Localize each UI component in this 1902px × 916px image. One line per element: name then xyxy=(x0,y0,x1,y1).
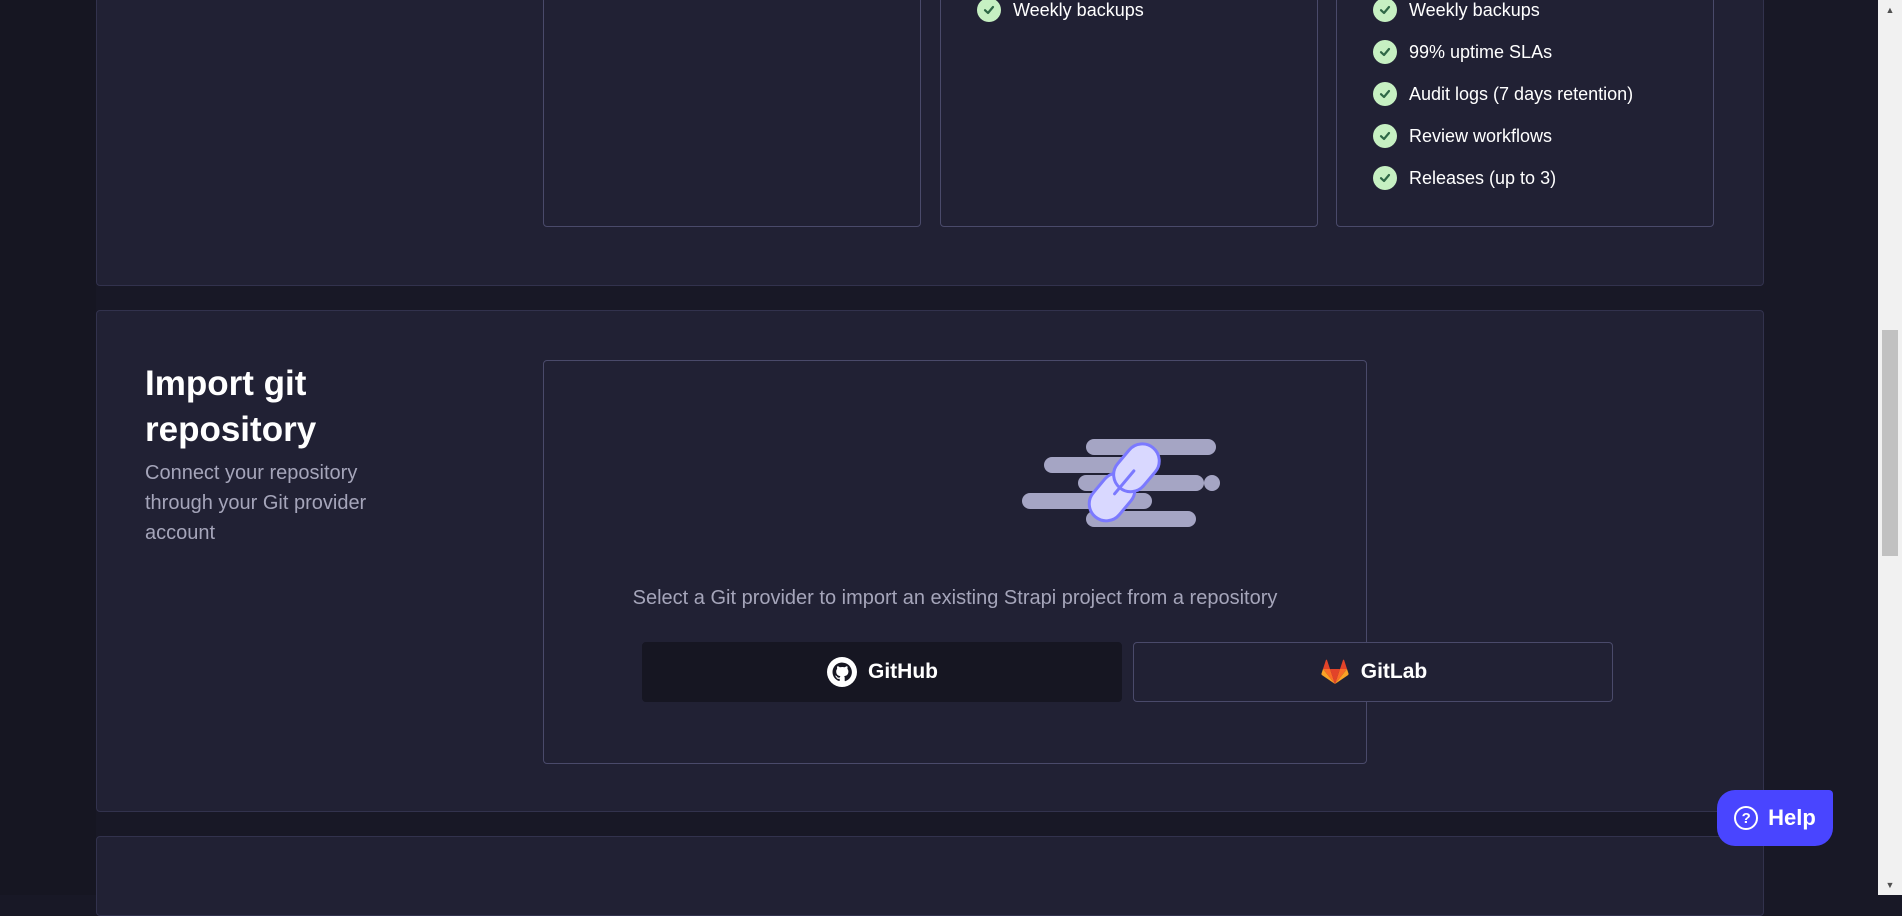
plan-card-free[interactable] xyxy=(543,0,921,227)
check-circle-icon xyxy=(1373,124,1397,148)
feature-item: Review workflows xyxy=(1373,124,1552,148)
question-circle-icon: ? xyxy=(1734,806,1759,830)
feature-item: Weekly backups xyxy=(1373,0,1540,22)
check-circle-icon xyxy=(1373,0,1397,22)
feature-label: Releases (up to 3) xyxy=(1409,167,1557,188)
github-icon xyxy=(827,657,857,687)
page-scrollbar[interactable]: ▲ ▼ xyxy=(1878,0,1902,895)
import-hint-text: Select a Git provider to import an exist… xyxy=(632,587,1278,609)
section-title: Import git repository xyxy=(145,364,317,449)
check-circle-icon xyxy=(1373,82,1397,106)
feature-label: Review workflows xyxy=(1409,125,1553,146)
help-button[interactable]: ? Help xyxy=(1717,790,1833,846)
scrollbar-thumb[interactable] xyxy=(1882,330,1898,556)
gitlab-icon xyxy=(1321,659,1349,684)
chain-link-illustration-icon xyxy=(1022,439,1220,527)
git-provider-card: Select a Git provider to import an exist… xyxy=(543,360,1613,764)
gitlab-label: GitLab xyxy=(1360,660,1428,683)
feature-item: Audit logs (7 days retention) xyxy=(1373,82,1633,106)
import-git-section: Import git repository Connect your repos… xyxy=(96,310,1764,812)
gitlab-button[interactable]: GitLab xyxy=(1133,642,1613,702)
section-description: Connect your repository through your Git… xyxy=(145,462,367,544)
feature-item: Weekly backups xyxy=(977,0,1144,22)
plan-card-pro[interactable]: Weekly backups xyxy=(940,0,1318,227)
feature-item: Releases (up to 3) xyxy=(1373,166,1556,190)
feature-label: Weekly backups xyxy=(1013,0,1144,20)
feature-item: 99% uptime SLAs xyxy=(1373,40,1552,64)
scroll-up-icon[interactable]: ▲ xyxy=(1878,0,1902,20)
github-label: GitHub xyxy=(868,660,938,683)
help-label: Help xyxy=(1768,805,1816,830)
feature-label: 99% uptime SLAs xyxy=(1409,41,1553,62)
scroll-down-icon[interactable]: ▼ xyxy=(1878,875,1902,895)
check-circle-icon xyxy=(1373,40,1397,64)
check-circle-icon xyxy=(977,0,1001,22)
check-circle-icon xyxy=(1373,166,1397,190)
plans-section: Weekly backups Weekly backups 99% uptime… xyxy=(96,0,1764,286)
feature-label: Audit logs (7 days retention) xyxy=(1409,83,1634,104)
plan-card-team[interactable]: Weekly backups 99% uptime SLAs Audit log… xyxy=(1336,0,1714,227)
next-section xyxy=(96,836,1764,916)
github-button[interactable]: GitHub xyxy=(642,642,1122,702)
left-gutter xyxy=(0,0,96,895)
feature-label: Weekly backups xyxy=(1409,0,1540,20)
